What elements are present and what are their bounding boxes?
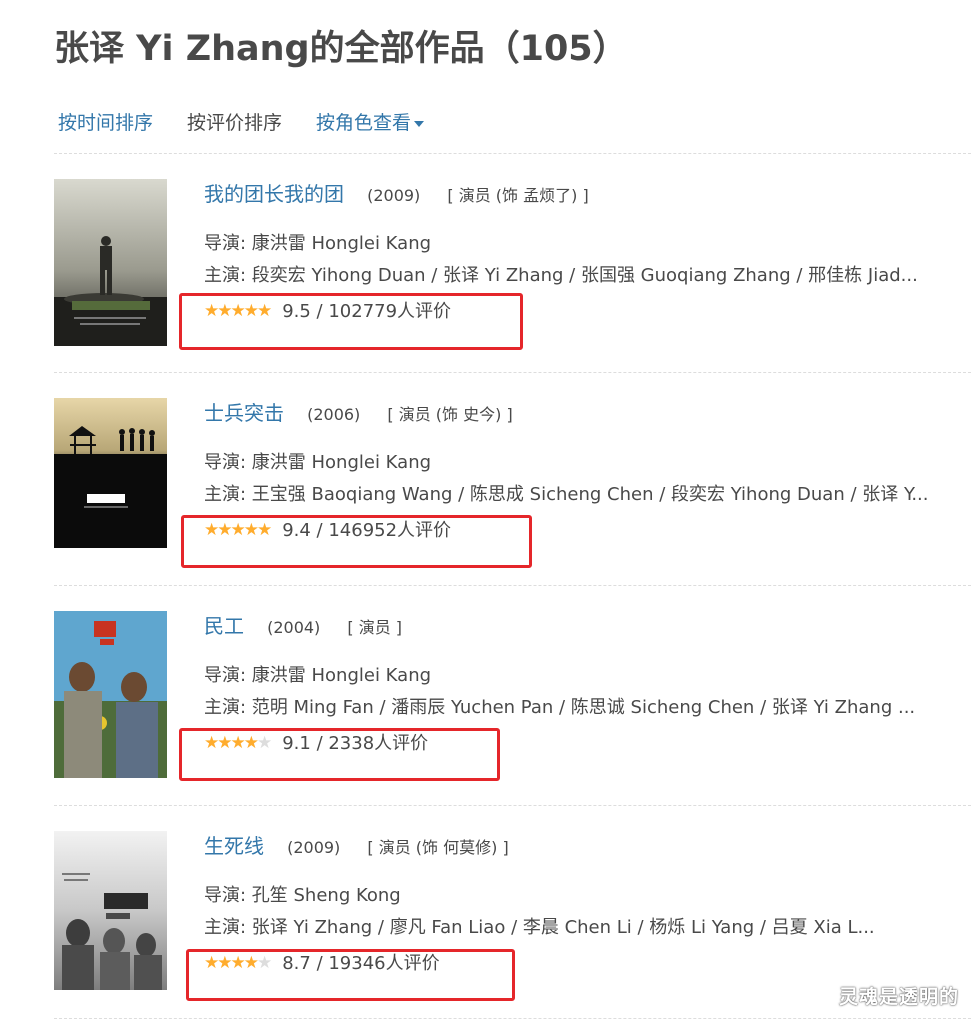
sort-by-rating-current: 按评价排序 [187,112,283,134]
divider [54,1018,971,1019]
cast-line: 主演: 张译 Yi Zhang / 廖凡 Fan Liao / 李晨 Chen … [204,917,875,938]
movie-year: (2009) [287,838,341,857]
chevron-down-icon [414,120,425,127]
movie-year: (2006) [307,405,361,424]
list-item: 我的团长我的团 (2009) [ 演员 (饰 孟烦了) ] 导演: 康洪雷 Ho… [54,179,954,359]
highlight-box [181,515,532,568]
divider [54,153,971,154]
movie-role: [ 演员 (饰 何莫修) ] [367,838,509,857]
cast-line: 主演: 王宝强 Baoqiang Wang / 陈思成 Sicheng Chen… [204,484,929,505]
divider [54,372,971,373]
movie-poster[interactable] [54,611,167,778]
movie-title-link[interactable]: 生死线 [204,834,264,858]
cast-line: 主演: 段奕宏 Yihong Duan / 张译 Yi Zhang / 张国强 … [204,265,918,286]
cast-line: 主演: 范明 Ming Fan / 潘雨辰 Yuchen Pan / 陈思诚 S… [204,697,916,718]
movie-poster[interactable] [54,179,167,346]
director-line: 导演: 孔笙 Sheng Kong [204,885,401,906]
movie-role: [ 演员 (饰 孟烦了) ] [447,186,589,205]
sort-by-time-link[interactable]: 按时间排序 [58,108,153,135]
view-by-role-label: 按角色查看 [316,112,412,134]
director-line: 导演: 康洪雷 Honglei Kang [204,452,432,473]
highlight-box [186,949,515,1001]
list-item: 民工 (2004) [ 演员 ] 导演: 康洪雷 Honglei Kang 主演… [54,611,954,791]
director-line: 导演: 康洪雷 Honglei Kang [204,665,432,686]
movie-poster[interactable] [54,398,167,548]
movie-role: [ 演员 ] [347,618,403,637]
movie-year: (2009) [367,186,421,205]
sort-bar: 按时间排序 按评价排序 按角色查看 [58,108,425,135]
movie-title-link[interactable]: 我的团长我的团 [204,182,344,206]
list-item: 士兵突击 (2006) [ 演员 (饰 史今) ] 导演: 康洪雷 Hongle… [54,398,954,578]
movie-title-link[interactable]: 士兵突击 [204,401,284,425]
director-line: 导演: 康洪雷 Honglei Kang [204,233,432,254]
view-by-role-dropdown[interactable]: 按角色查看 [316,108,425,135]
movie-year: (2004) [267,618,321,637]
movie-poster[interactable] [54,831,167,990]
highlight-box [179,728,500,781]
highlight-box [179,293,523,350]
watermark-text: 灵魂是透明的 [838,986,959,1008]
page-title: 张译 Yi Zhang的全部作品（105） [54,29,628,69]
list-item: 生死线 (2009) [ 演员 (饰 何莫修) ] 导演: 孔笙 Sheng K… [54,831,954,1011]
movie-title-link[interactable]: 民工 [204,614,244,638]
movie-role: [ 演员 (饰 史今) ] [387,405,513,424]
divider [54,585,971,586]
divider [54,805,971,806]
